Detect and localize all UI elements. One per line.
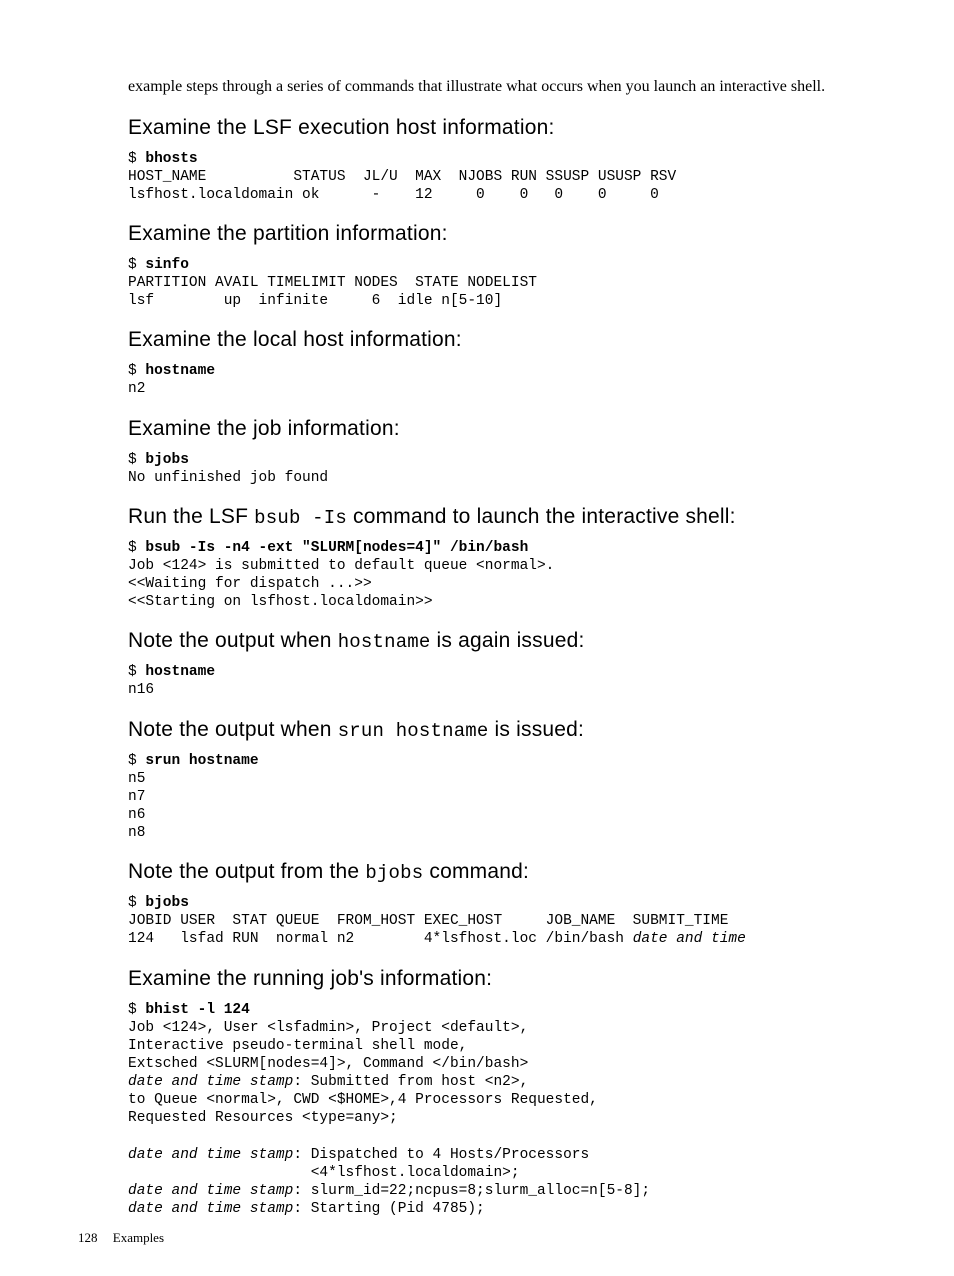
code-segment: : Submitted from host <n2>, xyxy=(293,1074,528,1090)
heading-code-span: hostname xyxy=(338,631,431,653)
code-segment: bjobs xyxy=(145,452,189,468)
code-block: $ sinfo PARTITION AVAIL TIMELIMIT NODES … xyxy=(128,256,866,310)
page-number: 128 xyxy=(78,1230,98,1245)
code-segment: $ xyxy=(128,363,145,379)
code-segment: : Starting (Pid 4785); xyxy=(293,1201,484,1217)
code-segment: <<Starting on lsfhost.localdomain>> xyxy=(128,594,433,610)
code-block: $ bjobs No unfinished job found xyxy=(128,451,866,487)
code-segment: $ xyxy=(128,753,145,769)
code-segment: Job <124> is submitted to default queue … xyxy=(128,558,554,574)
heading-code-span: bjobs xyxy=(365,862,423,884)
code-block: $ bhist -l 124 Job <124>, User <lsfadmin… xyxy=(128,1001,866,1219)
code-block: $ srun hostname n5 n7 n6 n8 xyxy=(128,752,866,843)
code-segment: date and time stamp xyxy=(128,1074,293,1090)
code-segment: No unfinished job found xyxy=(128,470,328,486)
code-segment: n7 xyxy=(128,789,145,805)
code-segment: n8 xyxy=(128,825,145,841)
heading-text-span: Note the output when xyxy=(128,629,338,652)
code-segment: bsub -Is -n4 -ext "SLURM[nodes=4]" /bin/… xyxy=(145,540,528,556)
code-segment: $ xyxy=(128,452,145,468)
code-block: $ hostname n16 xyxy=(128,663,866,699)
heading-text-span: Examine the running job's information: xyxy=(128,967,492,990)
code-segment: date and time stamp xyxy=(128,1147,293,1163)
heading-text-span: command to launch the interactive shell: xyxy=(347,505,736,528)
code-segment: hostname xyxy=(145,664,215,680)
code-segment: n2 xyxy=(128,381,145,397)
section-heading: Examine the job information: xyxy=(128,417,866,441)
code-segment: <<Waiting for dispatch ...>> xyxy=(128,576,372,592)
section-heading: Examine the LSF execution host informati… xyxy=(128,116,866,140)
page-footer: 128 Examples xyxy=(78,1230,164,1246)
code-segment: Requested Resources <type=any>; xyxy=(128,1110,398,1126)
heading-text-span: Examine the job information: xyxy=(128,417,400,440)
code-segment: date and time stamp xyxy=(128,1183,293,1199)
section-heading: Examine the partition information: xyxy=(128,222,866,246)
code-segment: : Dispatched to 4 Hosts/Processors xyxy=(293,1147,589,1163)
heading-code-span: srun hostname xyxy=(338,720,489,742)
code-segment: date and time stamp xyxy=(128,1201,293,1217)
code-segment: bhosts xyxy=(145,151,197,167)
code-segment: lsf up infinite 6 idle n[5-10] xyxy=(128,293,502,309)
heading-text-span: Note the output from the xyxy=(128,860,365,883)
heading-text-span: Examine the LSF execution host informati… xyxy=(128,116,555,139)
code-segment: lsfhost.localdomain ok - 12 0 0 0 0 0 xyxy=(128,187,659,203)
heading-text-span: Note the output when xyxy=(128,718,338,741)
section-heading: Note the output when srun hostname is is… xyxy=(128,718,866,742)
code-segment: $ xyxy=(128,895,145,911)
code-segment: Extsched <SLURM[nodes=4]>, Command </bin… xyxy=(128,1056,528,1072)
code-block: $ bsub -Is -n4 -ext "SLURM[nodes=4]" /bi… xyxy=(128,539,866,612)
heading-code-span: bsub -Is xyxy=(254,507,347,529)
code-block: $ bhosts HOST_NAME STATUS JL/U MAX NJOBS… xyxy=(128,150,866,204)
heading-text-span: Examine the partition information: xyxy=(128,222,448,245)
code-block: $ hostname n2 xyxy=(128,362,866,398)
code-segment: sinfo xyxy=(145,257,189,273)
sections-container: Examine the LSF execution host informati… xyxy=(128,116,866,1219)
page-container: example steps through a series of comman… xyxy=(0,0,954,1276)
code-segment: 124 lsfad RUN normal n2 4*lsfhost.loc /b… xyxy=(128,931,633,947)
code-segment: n16 xyxy=(128,682,154,698)
section-heading: Examine the local host information: xyxy=(128,328,866,352)
code-segment: to Queue <normal>, CWD <$HOME>,4 Process… xyxy=(128,1092,598,1108)
code-segment: bhist -l 124 xyxy=(145,1002,249,1018)
code-segment: : slurm_id=22;ncpus=8;slurm_alloc=n[5-8]… xyxy=(293,1183,650,1199)
code-segment: n6 xyxy=(128,807,145,823)
code-segment: JOBID USER STAT QUEUE FROM_HOST EXEC_HOS… xyxy=(128,913,728,929)
code-segment: PARTITION AVAIL TIMELIMIT NODES STATE NO… xyxy=(128,275,537,291)
code-segment: $ xyxy=(128,664,145,680)
code-segment: bjobs xyxy=(145,895,189,911)
section-heading: Note the output from the bjobs command: xyxy=(128,860,866,884)
code-segment: HOST_NAME STATUS JL/U MAX NJOBS RUN SSUS… xyxy=(128,169,676,185)
code-block: $ bjobs JOBID USER STAT QUEUE FROM_HOST … xyxy=(128,894,866,948)
heading-text-span: is issued: xyxy=(489,718,585,741)
code-segment: date and time xyxy=(633,931,746,947)
code-segment: n5 xyxy=(128,771,145,787)
code-segment: hostname xyxy=(145,363,215,379)
section-heading: Examine the running job's information: xyxy=(128,967,866,991)
code-segment: Interactive pseudo-terminal shell mode, xyxy=(128,1038,467,1054)
code-segment: $ xyxy=(128,257,145,273)
heading-text-span: Run the LSF xyxy=(128,505,254,528)
code-segment: $ xyxy=(128,1002,145,1018)
heading-text-span: is again issued: xyxy=(431,629,585,652)
section-heading: Run the LSF bsub -Is command to launch t… xyxy=(128,505,866,529)
code-segment: srun hostname xyxy=(145,753,258,769)
section-heading: Note the output when hostname is again i… xyxy=(128,629,866,653)
code-segment: $ xyxy=(128,540,145,556)
code-segment: Job <124>, User <lsfadmin>, Project <def… xyxy=(128,1020,528,1036)
heading-text-span: Examine the local host information: xyxy=(128,328,462,351)
code-segment: $ xyxy=(128,151,145,167)
code-segment: <4*lsfhost.localdomain>; xyxy=(128,1165,520,1181)
intro-paragraph: example steps through a series of comman… xyxy=(128,76,866,98)
heading-text-span: command: xyxy=(423,860,529,883)
footer-section-label: Examples xyxy=(113,1230,164,1245)
